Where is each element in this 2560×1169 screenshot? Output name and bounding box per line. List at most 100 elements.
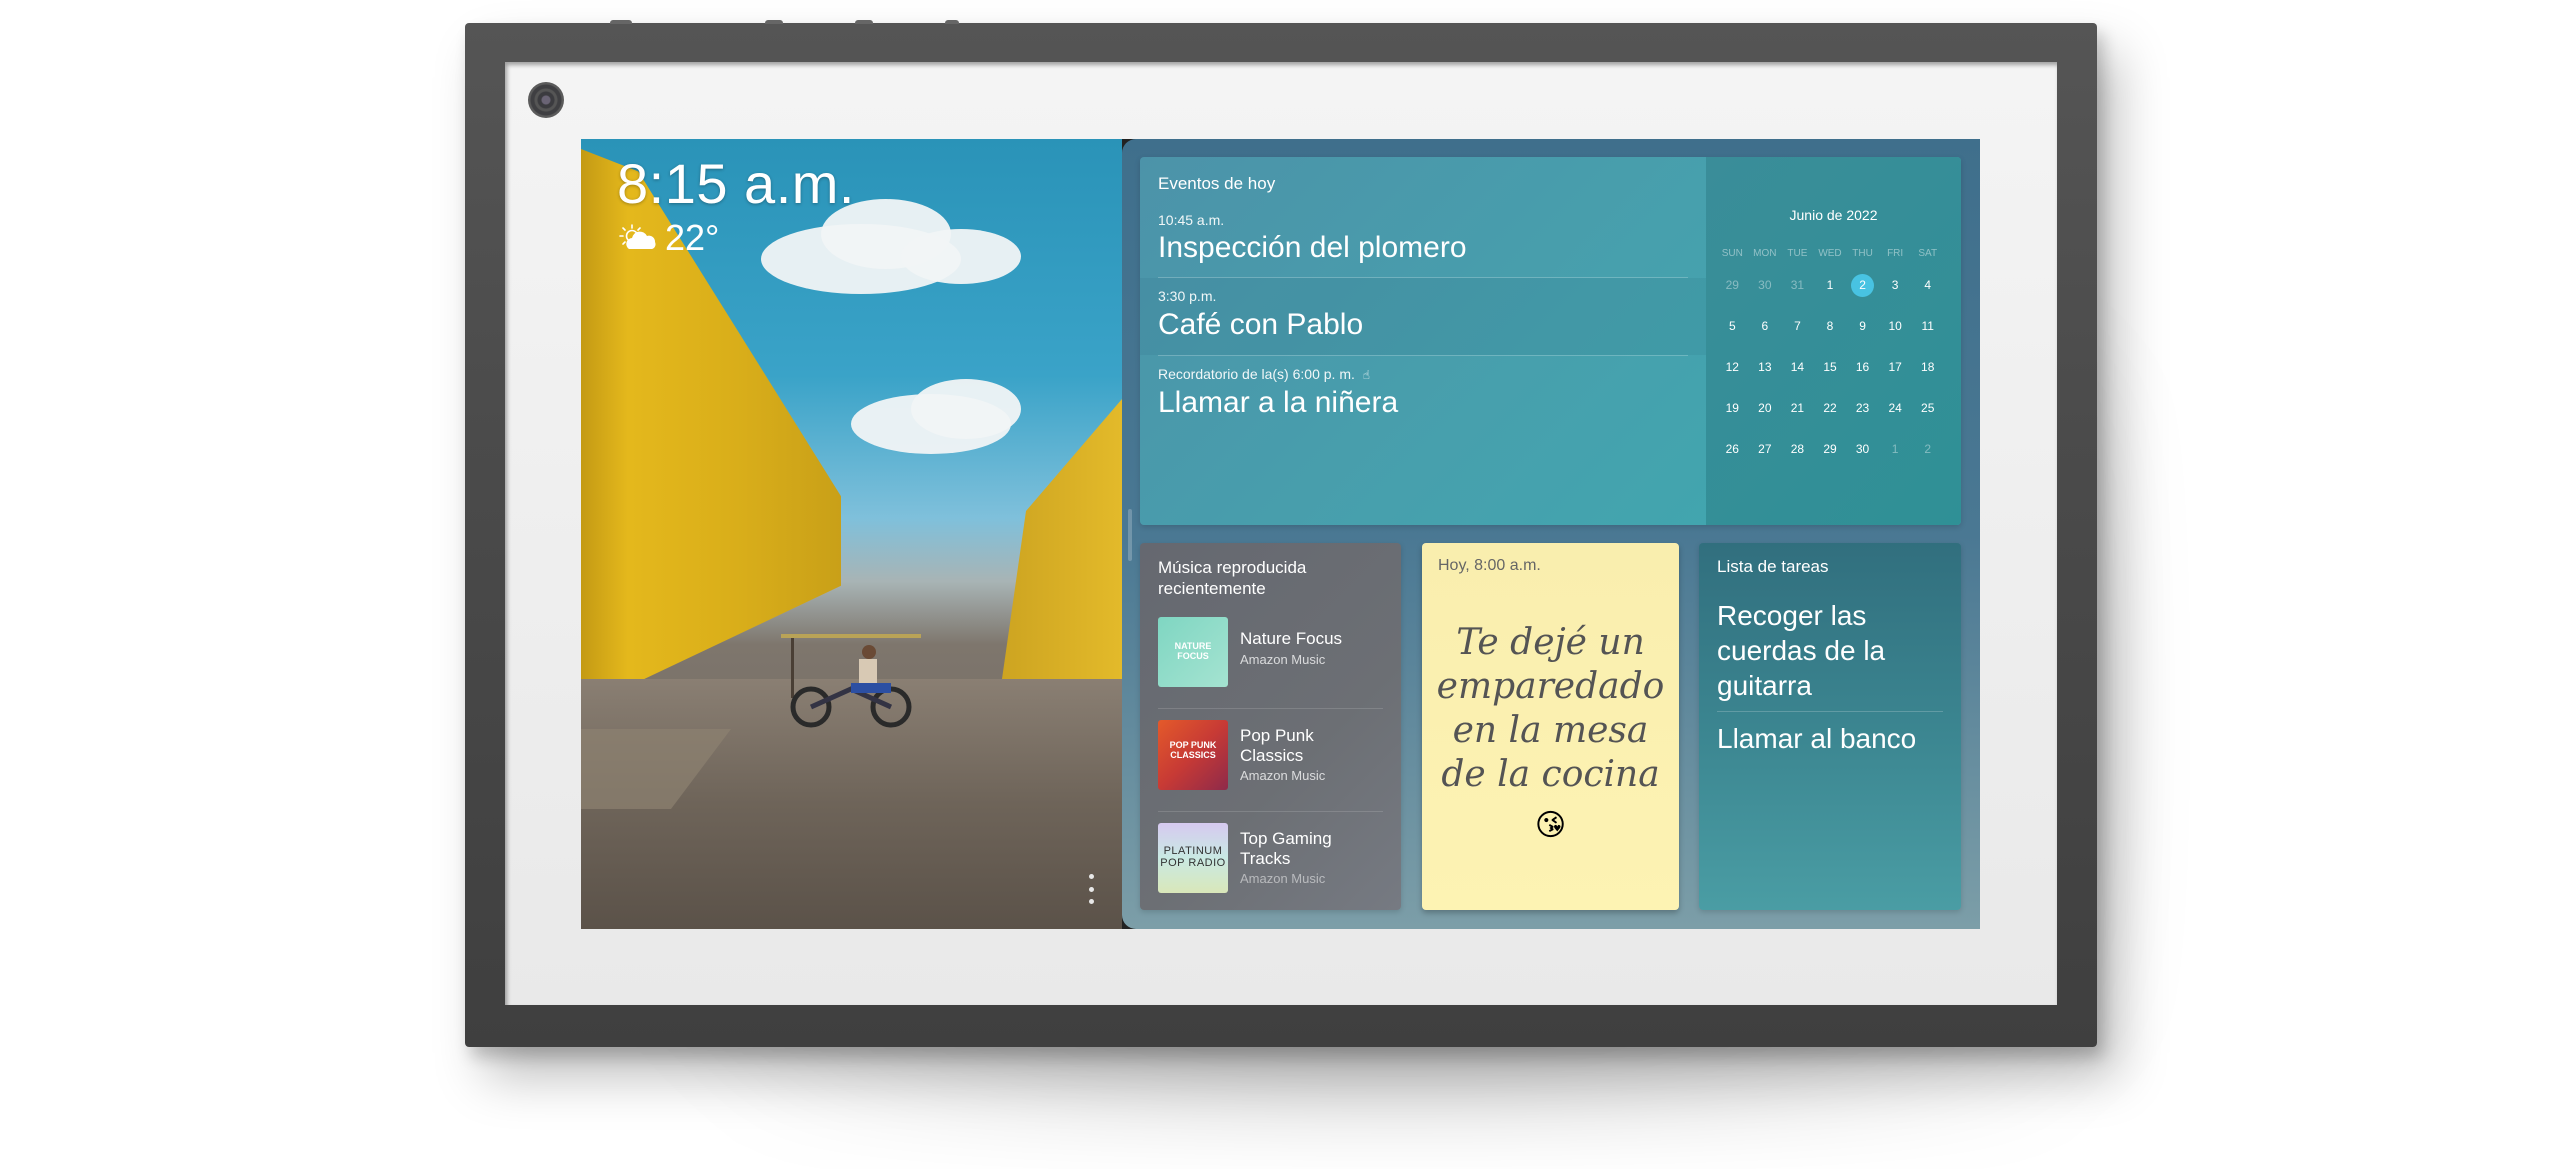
music-title: Música reproducida recientemente (1158, 558, 1307, 598)
calendar-day[interactable]: 22 (1814, 396, 1847, 437)
track-name: Top Gaming Tracks (1240, 829, 1332, 868)
event-item[interactable]: 10:45 a.m. Inspección del plomero (1140, 207, 1706, 277)
calendar-day[interactable]: 16 (1846, 355, 1879, 396)
calendar: Junio de 2022 SUN MON TUE WED THU FRI SAT 29 30 3… (1706, 157, 1961, 525)
track-name: Nature Focus (1240, 629, 1343, 648)
calendar-day-number: 5 (1728, 319, 1736, 333)
calendar-grid: SUN MON TUE WED THU FRI SAT 29 30 31 1 2 3 4 5 6 7 8 9 10 11… (1716, 245, 1944, 478)
calendar-day[interactable]: 21 (1781, 396, 1814, 437)
calendar-day-number: 2 (1851, 274, 1875, 297)
calendar-day-number: 15 (1823, 360, 1837, 374)
calendar-day-number: 3 (1891, 278, 1899, 292)
calendar-day-number: 1 (1891, 442, 1899, 456)
track-item[interactable]: NATURE FOCUS Nature Focus Amazon Music (1158, 617, 1383, 689)
calendar-day[interactable]: 11 (1911, 314, 1944, 355)
album-art-label: PLATINUM POP RADIO (1160, 845, 1226, 869)
temperature: 22° (665, 217, 720, 258)
task-list-card[interactable]: Lista de tareas Recoger las cuerdas de l… (1699, 543, 1961, 910)
task-item[interactable]: Llamar al banco (1717, 721, 1943, 756)
calendar-day[interactable]: 13 (1749, 355, 1782, 396)
track-source: Amazon Music (1240, 871, 1326, 886)
calendar-day[interactable]: 10 (1879, 314, 1912, 355)
calendar-day-number: 29 (1823, 442, 1837, 456)
task-list-title: Lista de tareas (1717, 557, 1829, 576)
calendar-day[interactable]: 3 (1879, 273, 1912, 314)
camera-icon (528, 82, 564, 118)
frame-mat: 8:15 a.m. 22° Eventos de hoy 10:45 a.m. … (505, 62, 2057, 1005)
calendar-day[interactable]: 27 (1749, 437, 1782, 478)
calendar-day[interactable]: 15 (1814, 355, 1847, 396)
calendar-day[interactable]: 6 (1749, 314, 1782, 355)
kissing-face-emoji-icon: 😘 (1534, 809, 1567, 842)
calendar-day[interactable]: 29 (1814, 437, 1847, 478)
yellow-building-right (1002, 399, 1122, 679)
calendar-day[interactable]: 4 (1911, 273, 1944, 314)
calendar-day[interactable]: 26 (1716, 437, 1749, 478)
screen: 8:15 a.m. 22° Eventos de hoy 10:45 a.m. … (581, 139, 1980, 929)
calendar-day[interactable]: 18 (1911, 355, 1944, 396)
motorcycle-illustration (781, 634, 921, 728)
hardware-button[interactable] (765, 20, 783, 24)
dashboard-panel: Eventos de hoy 10:45 a.m. Inspección del… (1122, 139, 1980, 929)
sticky-note-text: Te dejé un emparedado en la mesa de la c… (1436, 622, 1665, 795)
track-item[interactable]: PLATINUM POP RADIO Top Gaming Tracks Ama… (1158, 823, 1383, 895)
hardware-button[interactable] (855, 20, 873, 24)
events-title: Eventos de hoy (1158, 174, 1276, 193)
calendar-day[interactable]: 17 (1879, 355, 1912, 396)
event-name: Inspección del plomero (1158, 231, 1467, 264)
calendar-day[interactable]: 12 (1716, 355, 1749, 396)
task-item[interactable]: Recoger las cuerdas de la guitarra (1717, 598, 1943, 703)
calendar-day[interactable]: 8 (1814, 314, 1847, 355)
album-art: PLATINUM POP RADIO (1158, 823, 1228, 893)
calendar-day[interactable]: 23 (1846, 396, 1879, 437)
calendar-day-number: 22 (1823, 401, 1837, 415)
calendar-day[interactable]: 19 (1716, 396, 1749, 437)
track-item[interactable]: POP PUNK CLASSICS Pop Punk Classics Amaz… (1158, 720, 1383, 792)
calendar-day-number: 29 (1725, 278, 1739, 292)
calendar-day[interactable]: 1 (1879, 437, 1912, 478)
weekday-label: SUN (1721, 248, 1743, 259)
hardware-button[interactable] (945, 20, 959, 24)
calendar-day-number: 21 (1790, 401, 1805, 415)
calendar-day[interactable]: 30 (1749, 273, 1782, 314)
event-item[interactable]: 3:30 p.m. Café con Pablo (1140, 278, 1706, 355)
weekday-label: SAT (1918, 248, 1938, 259)
weather: 22° (619, 217, 719, 259)
calendar-day[interactable]: 30 (1846, 437, 1879, 478)
track-name: Pop Punk Classics (1240, 726, 1314, 765)
drag-handle[interactable] (1128, 509, 1132, 561)
calendar-day-number: 31 (1790, 278, 1805, 292)
events-card[interactable]: Eventos de hoy 10:45 a.m. Inspección del… (1140, 157, 1961, 525)
event-item[interactable]: Recordatorio de la(s) 6:00 p. m. ☝ Llama… (1140, 356, 1706, 436)
calendar-day-number: 7 (1794, 319, 1801, 333)
divider (1158, 811, 1383, 812)
recent-music-card[interactable]: Música reproducida recientemente NATURE … (1140, 543, 1401, 910)
weekday-label: WED (1818, 248, 1842, 259)
weekday-label: MON (1753, 248, 1777, 259)
calendar-day[interactable]: 1 (1814, 273, 1847, 314)
album-art: NATURE FOCUS (1158, 617, 1228, 687)
calendar-day[interactable]: 14 (1781, 355, 1814, 396)
calendar-day-number: 6 (1761, 319, 1769, 333)
calendar-day[interactable]: 2 (1911, 437, 1944, 478)
calendar-day[interactable]: 7 (1781, 314, 1814, 355)
event-time: 10:45 a.m. (1158, 212, 1225, 228)
calendar-day[interactable]: 25 (1911, 396, 1944, 437)
calendar-day[interactable]: 29 (1716, 273, 1749, 314)
device-frame: 8:15 a.m. 22° Eventos de hoy 10:45 a.m. … (465, 20, 2097, 1047)
event-name: Llamar a la niñera (1158, 386, 1399, 419)
calendar-day[interactable]: 5 (1716, 314, 1749, 355)
hardware-button[interactable] (610, 20, 632, 24)
calendar-day[interactable]: 24 (1879, 396, 1912, 437)
sticky-note-card[interactable]: Hoy, 8:00 a.m. Te dejé un emparedado en … (1422, 543, 1679, 910)
calendar-day[interactable]: 31 (1781, 273, 1814, 314)
calendar-day-today[interactable]: 2 (1846, 273, 1879, 314)
more-vertical-icon[interactable] (1086, 874, 1096, 904)
calendar-day[interactable]: 20 (1749, 396, 1782, 437)
calendar-day[interactable]: 28 (1781, 437, 1814, 478)
cloud (901, 229, 1021, 284)
calendar-day[interactable]: 9 (1846, 314, 1879, 355)
events-list: Eventos de hoy 10:45 a.m. Inspección del… (1140, 157, 1706, 525)
weekday-label: TUE (1787, 248, 1808, 259)
background-photo[interactable]: 8:15 a.m. 22° (581, 139, 1122, 929)
